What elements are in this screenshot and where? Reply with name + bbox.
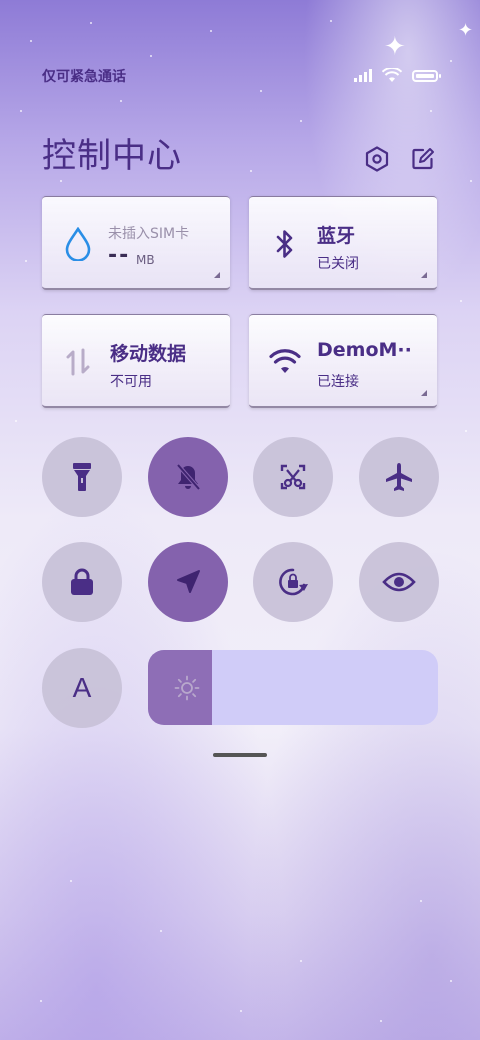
data-usage-tile[interactable]: 未插入SIM卡 -- MB: [42, 196, 230, 290]
wifi-icon: [269, 345, 301, 379]
rotation-lock-icon: [279, 568, 308, 596]
flashlight-toggle[interactable]: [42, 437, 122, 517]
sparkle-decoration: ✦: [458, 20, 474, 41]
mobile-data-name: 移动数据: [110, 343, 187, 365]
font-a-icon: A: [72, 672, 92, 703]
brightness-slider[interactable]: [148, 650, 438, 725]
expand-corner-indicator: [214, 272, 220, 278]
mobile-data-status: 不可用: [110, 374, 152, 390]
wifi-tile[interactable]: DemoM·· 已连接: [249, 314, 437, 408]
emergency-calls-text: 仅可紧急通话: [42, 69, 126, 85]
location-arrow-icon: [177, 570, 200, 593]
signal-icon: [354, 69, 372, 82]
edit-icon: [412, 148, 434, 170]
location-toggle[interactable]: [148, 542, 228, 622]
battery-icon: [412, 69, 441, 82]
sun-icon: [174, 675, 200, 701]
status-bar: 仅可紧急通话: [42, 66, 441, 86]
scissors-screenshot-icon: [280, 464, 306, 490]
wifi-network-name: DemoM··: [317, 339, 412, 361]
lock-screen-toggle[interactable]: [42, 542, 122, 622]
wifi-status: 已连接: [317, 374, 359, 390]
bluetooth-icon: [269, 227, 301, 261]
mobile-data-tile[interactable]: 移动数据 不可用: [42, 314, 230, 408]
bluetooth-tile[interactable]: 蓝牙 已关闭: [249, 196, 437, 290]
hexagon-settings-icon: [365, 146, 389, 172]
control-center-header: 控制中心: [42, 128, 438, 178]
airplane-toggle[interactable]: [359, 437, 439, 517]
flashlight-icon: [73, 463, 91, 491]
expand-corner-indicator: [421, 390, 427, 396]
rotation-lock-toggle[interactable]: [253, 542, 333, 622]
data-usage-unit: MB: [136, 253, 155, 267]
bell-off-icon: [176, 463, 201, 491]
airplane-icon: [386, 463, 412, 491]
sparkle-decoration: ✦: [384, 32, 406, 62]
wifi-icon: [382, 68, 402, 82]
drag-handle[interactable]: [213, 753, 267, 757]
eye-comfort-toggle[interactable]: [359, 542, 439, 622]
bluetooth-name: 蓝牙: [317, 225, 356, 247]
edit-button[interactable]: [410, 146, 436, 172]
settings-button[interactable]: [364, 146, 390, 172]
sim-status-label: 未插入SIM卡: [108, 226, 190, 242]
data-usage-value: --: [108, 243, 131, 268]
screenshot-toggle[interactable]: [253, 437, 333, 517]
mobile-data-icon: [62, 345, 94, 379]
mute-toggle[interactable]: [148, 437, 228, 517]
lock-icon: [71, 568, 93, 595]
water-drop-icon: [62, 227, 94, 261]
eye-icon: [382, 572, 416, 592]
bluetooth-status: 已关闭: [317, 256, 359, 272]
font-size-toggle[interactable]: A: [42, 648, 122, 728]
expand-corner-indicator: [421, 272, 427, 278]
